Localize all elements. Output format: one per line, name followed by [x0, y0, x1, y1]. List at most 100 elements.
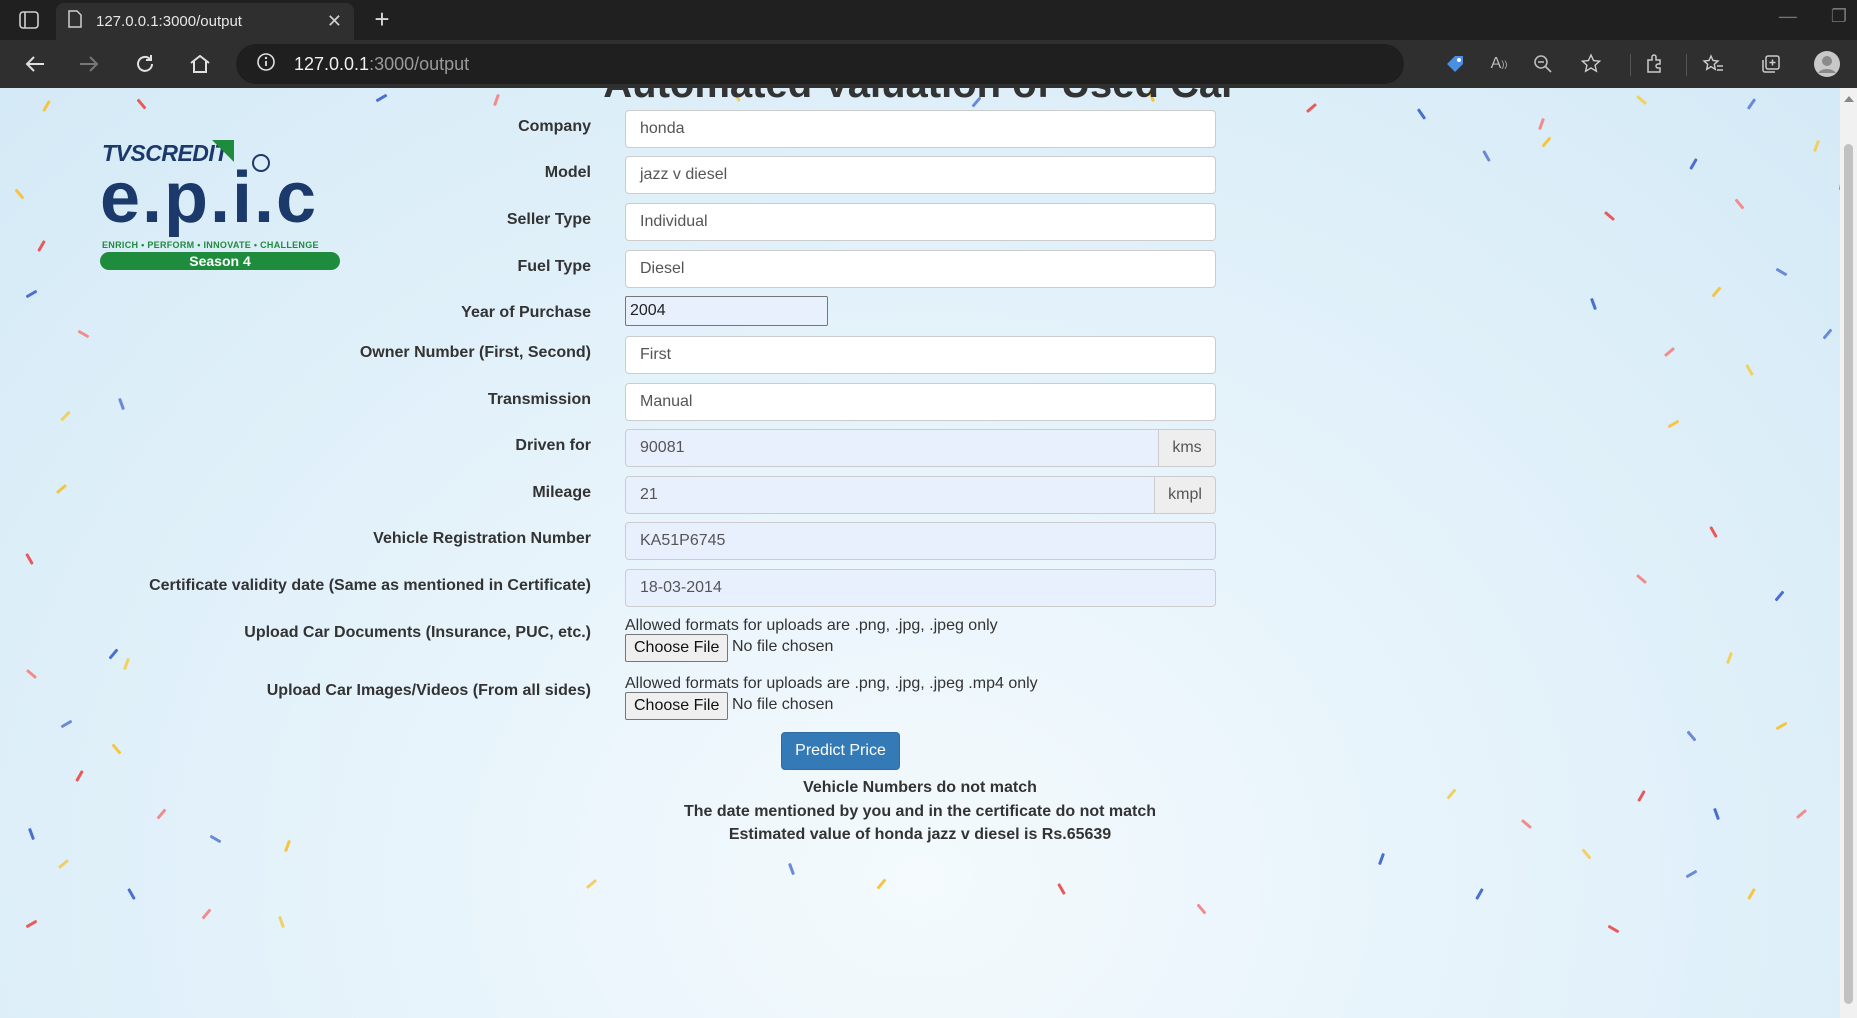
toolbar-separator	[1630, 54, 1631, 76]
images-format-note: Allowed formats for uploads are .png, .j…	[625, 675, 1038, 692]
back-icon[interactable]	[20, 50, 50, 78]
images-choose-file-button[interactable]: Choose File	[625, 692, 729, 720]
confetti-piece	[1774, 590, 1785, 602]
coupon-icon[interactable]	[1440, 50, 1470, 78]
confetti-piece	[57, 858, 70, 870]
fuel-type-label: Fuel Type	[517, 258, 592, 275]
confetti-piece	[585, 878, 598, 890]
confetti-piece	[1057, 883, 1066, 895]
confetti-piece	[111, 743, 122, 755]
tab-title: 127.0.0.1:3000/output	[96, 13, 242, 30]
add-favorite-icon[interactable]	[1576, 50, 1606, 78]
scrollbar-thumb[interactable]	[1844, 144, 1853, 1004]
confetti-piece	[1775, 267, 1788, 277]
result-vehicle-number: Vehicle Numbers do not match	[803, 779, 1037, 796]
confetti-piece	[1747, 888, 1756, 900]
driven-input[interactable]: 90081	[625, 429, 1159, 467]
collections-icon[interactable]	[1756, 50, 1786, 78]
confetti-piece	[1686, 730, 1697, 742]
confetti-piece	[1482, 150, 1491, 162]
toolbar-separator	[1686, 54, 1687, 76]
confetti-piece	[37, 240, 46, 252]
confetti-piece	[876, 878, 887, 890]
refresh-icon[interactable]	[130, 50, 160, 78]
confetti-piece	[1603, 210, 1616, 222]
confetti-piece	[1541, 136, 1552, 148]
confetti-piece	[123, 657, 130, 671]
cert-date-input[interactable]: 18-03-2014	[625, 569, 1216, 607]
favorites-icon[interactable]	[1698, 50, 1728, 78]
model-label: Model	[544, 164, 591, 181]
registration-input[interactable]: KA51P6745	[625, 522, 1216, 560]
new-tab-icon[interactable]: +	[368, 6, 396, 32]
year-input[interactable]: 2004	[625, 296, 828, 326]
seller-type-field[interactable]: Individual	[625, 203, 1216, 241]
confetti-piece	[1734, 198, 1745, 210]
owner-field[interactable]: First	[625, 336, 1216, 374]
company-label: Company	[518, 118, 591, 135]
tvs-credit-epic-logo: TVSCREDIT e.p.i.c ENRICH • PERFORM • INN…	[100, 140, 345, 270]
docs-upload-label: Upload Car Documents (Insurance, PUC, et…	[244, 624, 591, 641]
confetti-piece	[1726, 651, 1733, 665]
logo-tagline: ENRICH • PERFORM • INNOVATE • CHALLENGE	[102, 240, 319, 250]
company-field[interactable]: honda	[625, 110, 1216, 148]
url-host: 127.0.0.1	[294, 53, 370, 74]
forward-icon[interactable]	[74, 50, 104, 78]
result-estimated-value: Estimated value of honda jazz v diesel i…	[728, 826, 1112, 843]
confetti-piece	[1416, 108, 1427, 120]
tab-actions-icon[interactable]	[14, 8, 44, 32]
browser-toolbar: 127.0.0.1:3000/output A))	[0, 40, 1857, 88]
cert-date-label: Certificate validity date (Same as menti…	[149, 577, 591, 594]
scroll-up-arrow-icon[interactable]	[1844, 96, 1854, 102]
confetti-piece	[1709, 526, 1718, 538]
mileage-unit: kmpl	[1155, 476, 1216, 514]
confetti-piece	[1590, 297, 1597, 311]
confetti-piece	[1775, 721, 1788, 731]
confetti-piece	[60, 719, 73, 729]
browser-tab[interactable]: 127.0.0.1:3000/output ✕	[56, 3, 354, 40]
confetti-piece	[1822, 328, 1833, 340]
mileage-label: Mileage	[532, 484, 591, 501]
confetti-piece	[25, 668, 38, 680]
year-label: Year of Purchase	[461, 304, 591, 321]
result-date-mismatch: The date mentioned by you and in the cer…	[683, 803, 1157, 820]
model-field[interactable]: jazz v diesel	[625, 156, 1216, 194]
window-controls: — ❐	[1779, 6, 1847, 27]
docs-file-status: No file chosen	[732, 638, 834, 655]
extensions-icon[interactable]	[1640, 50, 1670, 78]
page-title: Automated Valuation of Used Car	[0, 88, 1840, 107]
driven-unit: kms	[1159, 429, 1216, 467]
confetti-piece	[201, 908, 212, 920]
transmission-label: Transmission	[487, 391, 591, 408]
site-info-icon[interactable]	[256, 52, 276, 77]
owner-label: Owner Number (First, Second)	[359, 344, 591, 361]
zoom-out-icon[interactable]	[1528, 50, 1558, 78]
page-scrollbar[interactable]	[1840, 88, 1857, 1018]
confetti-piece	[108, 648, 119, 660]
close-tab-icon[interactable]: ✕	[327, 11, 342, 32]
address-bar[interactable]: 127.0.0.1:3000/output	[236, 44, 1404, 84]
page-icon	[68, 10, 82, 33]
url-path: :3000/output	[369, 53, 470, 74]
confetti-piece	[1475, 888, 1484, 900]
mileage-input[interactable]: 21	[625, 476, 1155, 514]
read-aloud-icon[interactable]: A))	[1484, 50, 1514, 78]
seller-type-label: Seller Type	[506, 211, 591, 228]
confetti-piece	[127, 888, 136, 900]
confetti-piece	[25, 289, 38, 299]
confetti-piece	[1689, 158, 1698, 170]
minimize-icon[interactable]: —	[1779, 6, 1797, 27]
profile-avatar-icon[interactable]	[1812, 50, 1842, 78]
confetti-piece	[1667, 419, 1680, 429]
predict-price-button[interactable]: Predict Price	[781, 732, 900, 770]
transmission-field[interactable]: Manual	[625, 383, 1216, 421]
fuel-type-field[interactable]: Diesel	[625, 250, 1216, 288]
docs-format-note: Allowed formats for uploads are .png, .j…	[625, 617, 998, 634]
confetti-piece	[14, 188, 25, 200]
confetti-piece	[1196, 903, 1207, 915]
registration-label: Vehicle Registration Number	[373, 530, 591, 547]
home-icon[interactable]	[185, 50, 215, 78]
docs-choose-file-button[interactable]: Choose File	[625, 634, 729, 662]
browser-tab-bar: 127.0.0.1:3000/output ✕ + — ❐	[0, 0, 1857, 40]
restore-icon[interactable]: ❐	[1831, 6, 1847, 27]
